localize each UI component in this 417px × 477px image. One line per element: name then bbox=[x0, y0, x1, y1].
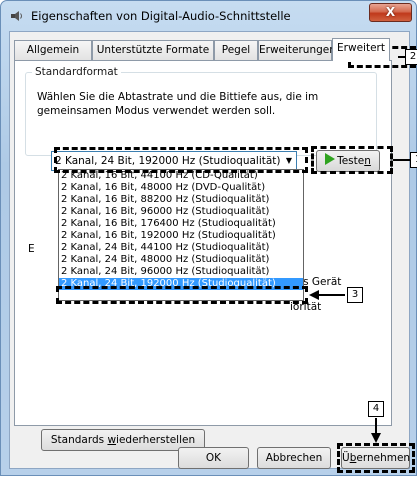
callout-3: 3 bbox=[347, 287, 363, 303]
callout-2: 2 bbox=[405, 49, 417, 65]
callout-4: 4 bbox=[368, 401, 384, 417]
callout-1: 1 bbox=[410, 152, 417, 168]
tab-advanced[interactable]: Erweitert bbox=[332, 38, 390, 61]
callout-arrows bbox=[309, 56, 417, 443]
properties-dialog: Eigenschaften von Digital-Audio-Schnitts… bbox=[0, 0, 417, 476]
